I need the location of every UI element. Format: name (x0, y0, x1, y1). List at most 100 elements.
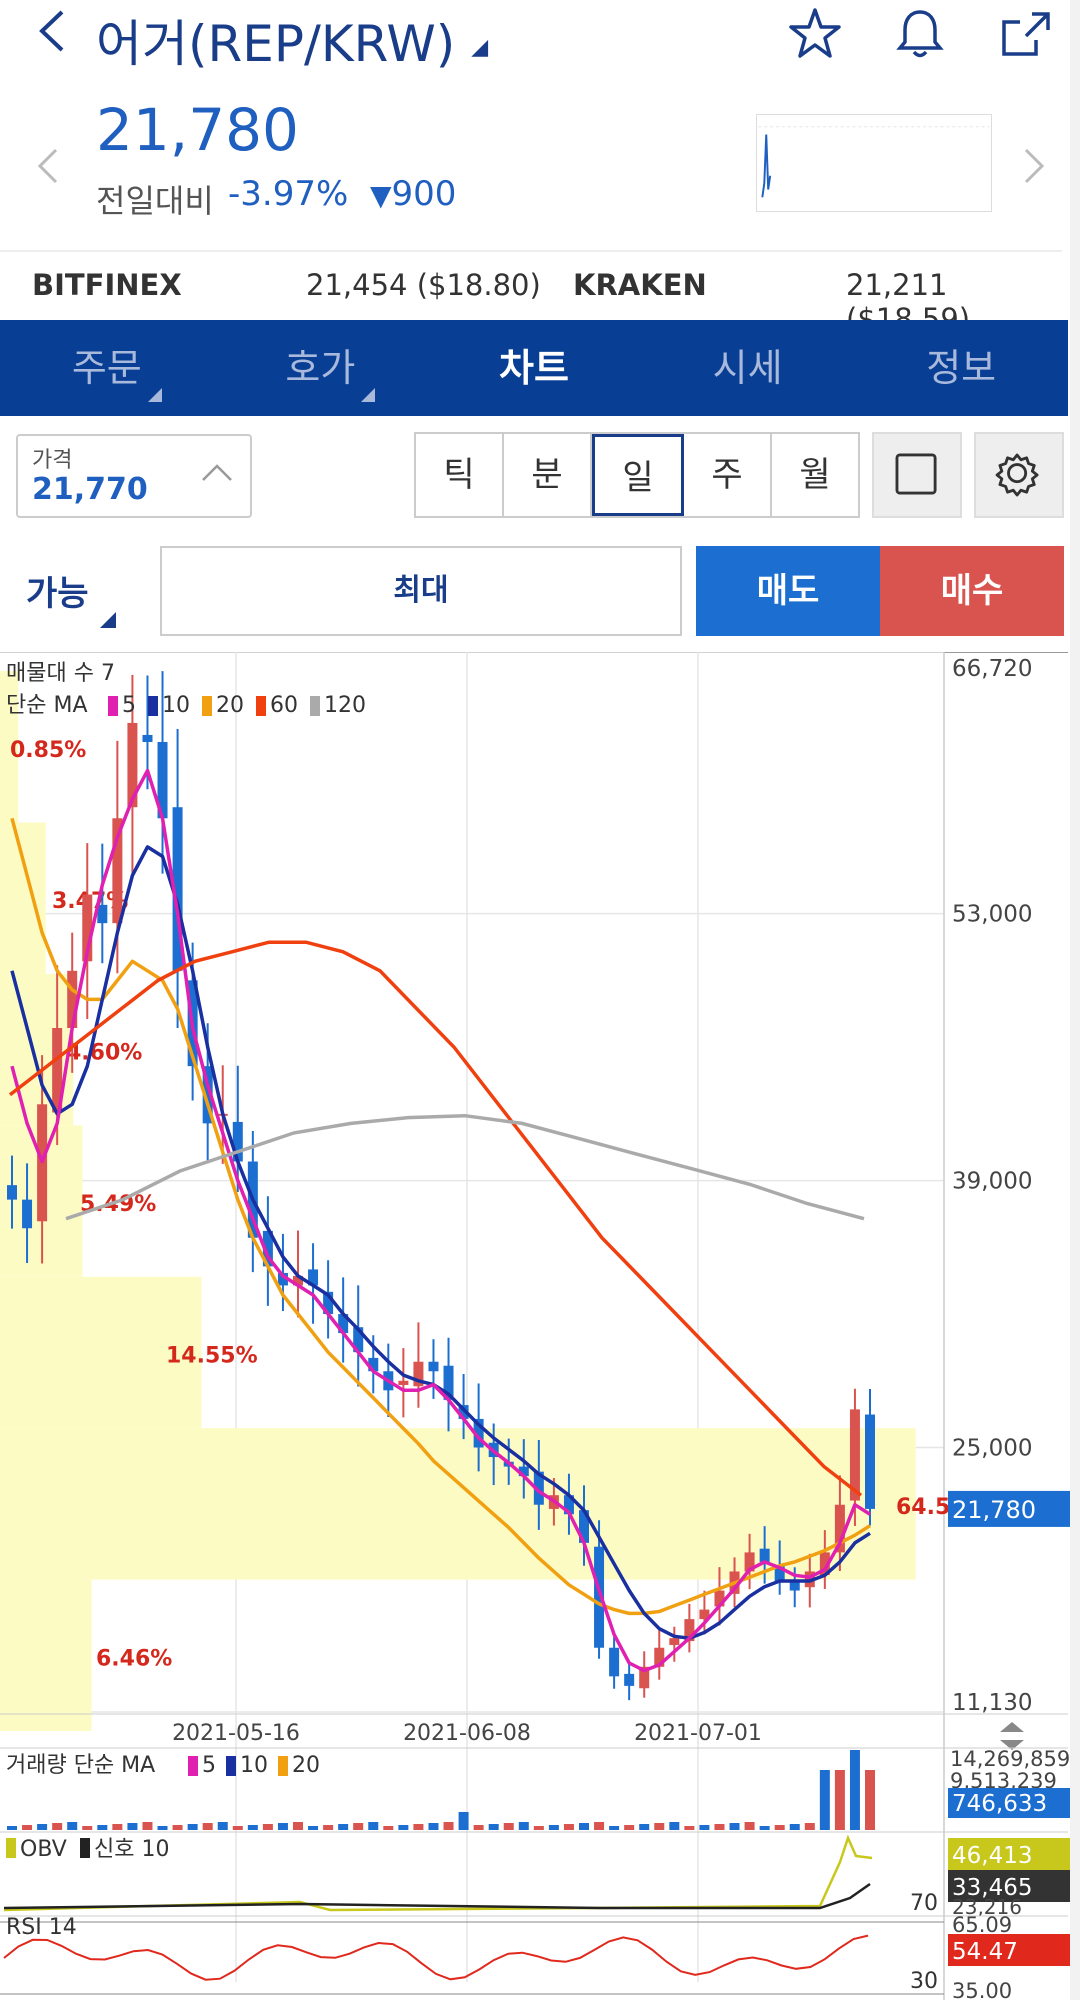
volume-ma-swatch (278, 1756, 288, 1776)
volume-bar (82, 1826, 93, 1830)
tab-info-label: 정보 (926, 346, 997, 390)
tab-order[interactable]: 주문 (0, 320, 214, 416)
volume-bar (759, 1826, 770, 1830)
change-percent: -3.97% (228, 174, 349, 214)
volume-bar (202, 1823, 213, 1830)
volume-ma-label: 20 (292, 1753, 320, 1778)
candle-body (624, 1673, 635, 1686)
volume-bar (518, 1822, 529, 1830)
exchange-name-bitfinex: BITFINEX (32, 268, 182, 302)
volume-bar (563, 1824, 574, 1830)
volume-bar (217, 1822, 228, 1830)
sell-button[interactable]: 매도 (696, 546, 880, 636)
volume-profile-pct: 0.85% (10, 738, 86, 763)
price-input[interactable]: 가격 21,770 (16, 434, 252, 518)
menu-corner-icon (100, 612, 116, 628)
tab-orderbook[interactable]: 호가 (214, 320, 428, 416)
volume-bar (443, 1822, 454, 1830)
volume-bar (639, 1824, 650, 1830)
volume-bar (654, 1823, 665, 1830)
down-arrow-icon: ▼ (370, 179, 392, 212)
volume-bar (172, 1825, 183, 1830)
star-icon[interactable] (785, 4, 845, 64)
volume-bar (353, 1823, 364, 1830)
volume-bar (142, 1822, 153, 1830)
tab-orderbook-label: 호가 (285, 346, 356, 390)
chevron-up-icon[interactable] (200, 460, 234, 484)
menu-corner-icon (147, 388, 162, 402)
available-label[interactable]: 가능 (26, 566, 89, 615)
scrollbar[interactable] (1070, 0, 1080, 2000)
volume-bar (398, 1825, 409, 1830)
fullscreen-button[interactable] (872, 432, 962, 518)
y-tick-label: 39,000 (952, 1169, 1032, 1195)
ma-legend-label: 60 (270, 693, 298, 718)
volume-bar (714, 1824, 725, 1830)
volume-bar (52, 1823, 63, 1830)
volume-bar (323, 1825, 334, 1830)
candle-body (398, 1380, 409, 1385)
price-input-value: 21,770 (32, 472, 148, 507)
tab-info[interactable]: 정보 (854, 320, 1068, 416)
volume-ma-swatch (188, 1756, 198, 1776)
obv-label: OBV (20, 1837, 67, 1862)
candle-body (22, 1199, 33, 1229)
candle-body (865, 1414, 875, 1509)
square-icon (895, 453, 937, 495)
volume-bar (413, 1824, 424, 1830)
tab-chart[interactable]: 차트 (427, 320, 641, 416)
price-chart[interactable]: 0.85%3.47%4.60%5.49%14.55%64.58%6.46% 매물… (0, 652, 1080, 2000)
period-day[interactable]: 일 (592, 434, 684, 516)
volume-bar (699, 1825, 710, 1830)
period-minute[interactable]: 분 (504, 434, 592, 516)
share-icon[interactable] (996, 4, 1056, 64)
back-icon[interactable] (28, 6, 78, 56)
volume-bar (548, 1825, 559, 1830)
candle-body (609, 1647, 620, 1677)
dropdown-triangle-icon: ◢ (471, 35, 489, 60)
volume-bar (22, 1825, 33, 1830)
x-tick-label: 2021-07-01 (634, 1721, 762, 1746)
volume-profile-bar (0, 1579, 92, 1732)
prev-arrow-icon[interactable] (36, 146, 60, 186)
x-tick-label: 2021-06-08 (403, 1721, 531, 1746)
period-month[interactable]: 월 (772, 434, 858, 516)
current-price-tag-text: 21,780 (952, 1496, 1036, 1524)
mini-chart[interactable] (756, 114, 992, 212)
ma-legend-swatch (108, 696, 118, 716)
market-title[interactable]: 어거(REP/KRW) ◢ (96, 4, 488, 76)
tab-quotes[interactable]: 시세 (641, 320, 855, 416)
volume-bar (473, 1825, 484, 1830)
volume-bar (293, 1822, 303, 1830)
volume-bar (383, 1826, 394, 1830)
volume-bar (37, 1824, 48, 1830)
volume-bar (594, 1822, 605, 1830)
volume-ma-swatch (226, 1756, 236, 1776)
volume-bar (338, 1824, 349, 1830)
chart-settings-button[interactable] (974, 432, 1064, 518)
exchange-name-kraken: KRAKEN (573, 268, 707, 302)
volume-bar (789, 1824, 800, 1830)
bell-icon[interactable] (890, 4, 950, 64)
volume-bar (308, 1826, 319, 1830)
max-quantity-button[interactable]: 최대 (160, 546, 682, 636)
volume-bar (488, 1824, 499, 1830)
ma-legend-swatch (148, 696, 158, 716)
candle-body (142, 734, 153, 743)
volume-y-tick: 14,269,859 (950, 1747, 1070, 1771)
period-tick[interactable]: 틱 (416, 434, 504, 516)
candle-body (669, 1638, 680, 1645)
volume-bar (774, 1825, 785, 1830)
buy-button[interactable]: 매수 (880, 546, 1064, 636)
volume-bar (503, 1823, 514, 1830)
volume-bar (865, 1770, 875, 1830)
volume-profile-bar (0, 973, 74, 1126)
current-price: 21,780 (96, 96, 299, 164)
change-amount-value: 900 (391, 174, 457, 214)
tab-order-label: 주문 (71, 346, 142, 390)
next-arrow-icon[interactable] (1022, 146, 1046, 186)
period-week[interactable]: 주 (684, 434, 772, 516)
volume-bar (187, 1824, 198, 1830)
volume-bar (112, 1824, 123, 1830)
tab-bar: 주문 호가 차트 시세 정보 (0, 320, 1068, 416)
